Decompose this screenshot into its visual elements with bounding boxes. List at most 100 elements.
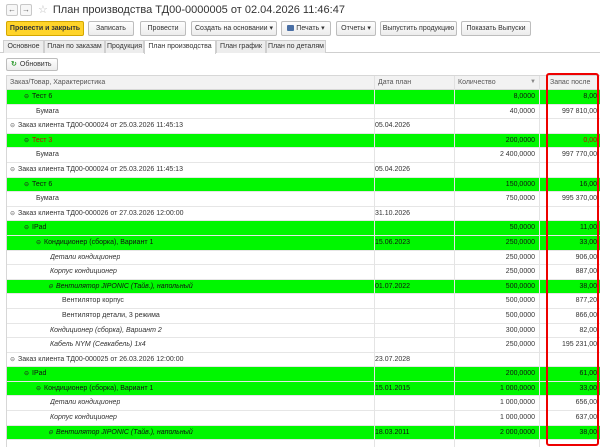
collapse-toggle-icon[interactable]: ⊖	[24, 90, 32, 104]
collapse-toggle-icon[interactable]: ⊖	[10, 163, 18, 177]
table-row[interactable]: Корпус кондиционер 1 000,0000 637,00	[7, 411, 600, 426]
row-name-text: Кондиционер (сборка), Вариант 2	[50, 326, 162, 334]
collapse-toggle-icon[interactable]: ⊖	[24, 178, 32, 192]
collapse-toggle-icon[interactable]: ⊖	[10, 353, 18, 367]
column-header-date[interactable]: Дата план	[375, 76, 455, 90]
row-stock-after: 8,00	[583, 93, 597, 100]
post-and-close-button[interactable]: Провести и закрыть	[6, 21, 84, 36]
create-based-on-dropdown[interactable]: Создать на основании ▾	[191, 21, 277, 36]
row-name: ⊖ Тест 6	[24, 178, 52, 192]
row-qty	[457, 119, 535, 133]
row-qty: 40,0000	[509, 107, 535, 115]
row-name: Детали кондиционер	[50, 251, 120, 265]
table-row[interactable]: ⊖ Заказ клиента ТД00-000024 от 25.03.2026…	[7, 163, 600, 178]
star-icon[interactable]: ☆	[38, 4, 48, 16]
row-stock-after: 38,00	[579, 428, 597, 436]
command-bar: Провести и закрыть Записать Провести Соз…	[0, 21, 600, 37]
column-header-name[interactable]: Заказ/Товар, Характеристика	[7, 76, 375, 90]
table-row[interactable]: ⊖ Заказ клиента ТД00-000025 от 26.03.2026…	[7, 353, 600, 368]
reports-dropdown[interactable]: Отчеты ▾	[336, 21, 376, 36]
table-row[interactable]: Кондиционер (сборка), Вариант 2 300,0000 8…	[7, 324, 600, 339]
table-row[interactable]: Детали кондиционер 250,0000 906,00	[7, 251, 600, 266]
row-qty: 1 000,0000	[499, 414, 535, 422]
row-name: ⊖ Заказ клиента ТД00-000026 от 27.03.2026…	[10, 207, 184, 221]
tab-schedule[interactable]: План график	[216, 40, 266, 53]
row-qty: 750,0000	[505, 195, 535, 203]
row-qty: 8,0000	[513, 93, 535, 100]
table-row[interactable]: Кабель NYM (Севкабель) 1х4 250,0000 195 23…	[7, 338, 600, 353]
collapse-toggle-icon[interactable]: ⊖	[48, 426, 56, 440]
collapse-toggle-icon[interactable]: ⊖	[24, 367, 32, 381]
row-date: 05.04.2026	[375, 165, 411, 173]
table-row[interactable]: Бумага 750,0000 995 370,00	[7, 192, 600, 207]
row-name-text: Корпус кондиционер	[50, 414, 117, 422]
row-name: ⊖ Тест 6	[24, 90, 52, 104]
collapse-toggle-icon[interactable]: ⊖	[10, 207, 18, 221]
table-row[interactable]: ⊖ Заказ клиента ТД00-000026 от 27.03.2026…	[7, 207, 600, 222]
refresh-button[interactable]: ↻ Обновить	[6, 58, 58, 71]
back-arrow-icon[interactable]: ←	[6, 4, 18, 16]
tab-plan-by-orders[interactable]: План по заказам	[44, 40, 105, 53]
post-button[interactable]: Провести	[140, 21, 186, 36]
table-row[interactable]: ⊖ Вентилятор JIPONIC (Тайв.), напольный 01…	[7, 279, 600, 295]
row-date: 31.10.2026	[375, 209, 411, 217]
table-row[interactable]: ⊖ IPad 50,0000 11,00	[7, 221, 600, 236]
row-stock-after: 906,00	[575, 253, 597, 261]
row-name-text: Бумага	[36, 195, 59, 203]
row-name: ⊖ Кондиционер (сборка), Вариант 1	[36, 236, 153, 250]
row-name: ⊖ Заказ клиента ТД00-000025 от 26.03.2026…	[10, 353, 184, 367]
column-header-qty[interactable]: Количество ▼	[455, 76, 540, 90]
row-name: ⊖ Заказ клиента ТД00-000024 от 25.03.2026…	[10, 119, 183, 133]
print-dropdown[interactable]: Печать ▾	[281, 21, 331, 36]
row-qty: 500,0000	[505, 282, 535, 290]
table-row[interactable]: ⊖ Тест 6 150,0000 16,00	[7, 177, 600, 193]
row-name: Вентилятор корпус	[62, 294, 124, 308]
row-date: 23.07.2028	[375, 355, 411, 363]
row-qty: 150,0000	[505, 180, 535, 188]
collapse-toggle-icon[interactable]: ⊖	[48, 280, 56, 294]
row-date: 05.04.2026	[375, 122, 411, 130]
table-row[interactable]: ⊖ Тест 6 8,0000 8,00	[7, 90, 600, 105]
show-releases-button[interactable]: Показать Выпуски	[461, 21, 531, 36]
release-products-button[interactable]: Выпустить продукцию	[380, 21, 457, 36]
table-row[interactable]: Бумага 2 400,0000 997 770,00	[7, 148, 600, 163]
table-row[interactable]: ⊖ Заказ клиента ТД00-000024 от 25.03.2026…	[7, 119, 600, 134]
table-row[interactable]: Вентилятор детали, 3 режима 500,0000 866,0…	[7, 309, 600, 324]
table-row[interactable]: Вентилятор корпус 500,0000 877,20	[7, 294, 600, 309]
table-row[interactable]: ⊖ Тест 3 200,0000 0,00	[7, 133, 600, 149]
table-row[interactable]: Детали кондиционер 1 000,0000 656,00	[7, 396, 600, 412]
row-date: 18.03.2011	[375, 428, 410, 436]
column-header-stock[interactable]: Запас после	[540, 76, 600, 90]
row-date	[375, 178, 455, 192]
collapse-toggle-icon[interactable]: ⊖	[36, 382, 44, 396]
refresh-label: Обновить	[19, 61, 52, 68]
row-date	[375, 192, 455, 206]
collapse-toggle-icon[interactable]: ⊖	[36, 236, 44, 250]
row-stock-after: 61,00	[579, 370, 597, 378]
row-date	[375, 148, 455, 162]
table-row[interactable]: Бумага 40,0000 997 810,00	[7, 105, 600, 120]
table-row[interactable]: ⊖ Кондиционер (сборка), Вариант 1 15.06.20…	[7, 235, 600, 251]
collapse-toggle-icon[interactable]: ⊖	[24, 221, 32, 235]
row-qty: 200,0000	[505, 370, 535, 378]
collapse-toggle-icon[interactable]: ⊖	[24, 134, 32, 148]
table-row[interactable]: ⊖ Кондиционер (сборка), Вариант 1 15.01.20…	[7, 381, 600, 397]
table-row[interactable]: Корпус кондиционер 250,0000 887,00	[7, 265, 600, 280]
collapse-toggle-icon[interactable]: ⊖	[10, 119, 18, 133]
refresh-icon: ↻	[11, 61, 17, 68]
column-divider	[374, 89, 375, 447]
row-date	[375, 338, 455, 352]
table-row[interactable]: ⊖ Вентилятор JIPONIC (Тайв.), напольный 18…	[7, 425, 600, 441]
row-name-text: Детали кондиционер	[50, 399, 121, 407]
tab-production-plan[interactable]: План производства	[144, 40, 216, 54]
row-stock-after: 656,00	[575, 399, 597, 407]
forward-arrow-icon[interactable]: →	[20, 4, 32, 16]
table-row[interactable]: ⊖ IPad 200,0000 61,00	[7, 367, 600, 382]
tab-plan-by-parts[interactable]: План по деталям	[266, 40, 326, 53]
row-name-text: Корпус кондиционер	[50, 268, 117, 276]
row-name: Корпус кондиционер	[50, 265, 117, 279]
save-button[interactable]: Записать	[88, 21, 134, 36]
tab-products[interactable]: Продукция	[105, 40, 144, 53]
tab-main[interactable]: Основное	[3, 40, 44, 53]
row-date	[375, 90, 455, 104]
